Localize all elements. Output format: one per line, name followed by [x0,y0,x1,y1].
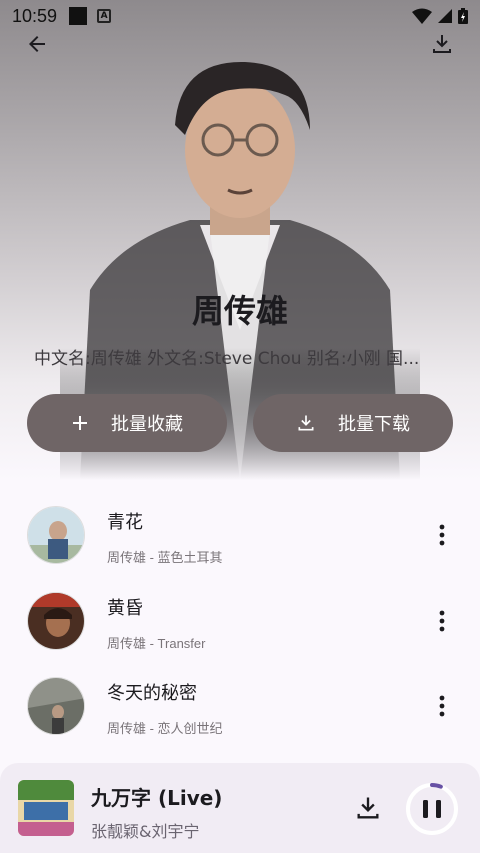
now-playing-artist: 张靓颖&刘宇宁 [91,822,200,841]
artist-header: 10:59 A 周传雄 中文名:周传雄 外文名:Steve Chou 别名:小刚… [0,0,480,480]
song-cover [27,506,85,564]
play-pause-button[interactable] [404,781,460,837]
song-list: 青花 周传雄 - 蓝色土耳其 黄昏 周传雄 - Transfer 冬天的秘密 周… [0,492,480,749]
song-more-button[interactable] [432,520,452,550]
status-bar: 10:59 A [0,0,480,32]
battery-icon [458,8,468,24]
song-row[interactable]: 冬天的秘密 周传雄 - 恋人创世纪 [0,663,480,749]
song-cover [27,677,85,735]
song-row[interactable]: 黄昏 周传雄 - Transfer [0,578,480,664]
song-cover [27,591,85,650]
artist-info[interactable]: 中文名:周传雄 外文名:Steve Chou 别名:小刚 国... [34,344,446,369]
more-vert-icon [439,695,445,717]
song-title: 青花 [107,512,143,533]
back-button[interactable] [21,28,53,60]
download-all-button[interactable] [426,28,458,60]
batch-collect-button[interactable]: 批量收藏 [27,394,227,452]
song-subtitle: 周传雄 - 恋人创世纪 [107,721,223,736]
batch-download-label: 批量下载 [338,414,410,435]
artist-name: 周传雄 [191,292,288,330]
song-title: 黄昏 [107,597,143,619]
song-subtitle: 周传雄 - 蓝色土耳其 [107,550,223,565]
song-more-button[interactable] [432,691,452,721]
app-notification-icon: A [97,9,112,23]
wifi-icon [412,8,432,24]
song-more-button[interactable] [432,606,452,636]
arrow-back-icon [29,36,45,52]
mini-player[interactable]: 九万字 (Live) 张靓颖&刘宇宁 [0,763,480,853]
more-vert-icon [439,610,445,631]
download-icon [357,797,379,819]
song-row[interactable]: 青花 周传雄 - 蓝色土耳其 [0,492,480,578]
more-vert-icon [439,524,445,546]
song-title: 冬天的秘密 [107,683,197,704]
now-playing-title: 九万字 (Live) [91,786,223,810]
now-playing-download-button[interactable] [354,794,382,822]
song-subtitle: 周传雄 - Transfer [107,635,206,651]
download-icon [433,35,451,53]
pause-icon [423,800,441,818]
download-icon [298,415,314,431]
status-time: 10:59 [12,5,58,26]
plus-icon [73,416,87,430]
signal-icon [438,9,452,23]
notification-icon [69,7,88,25]
batch-download-button[interactable]: 批量下载 [253,394,453,452]
batch-collect-label: 批量收藏 [111,414,183,435]
now-playing-cover [18,780,74,836]
